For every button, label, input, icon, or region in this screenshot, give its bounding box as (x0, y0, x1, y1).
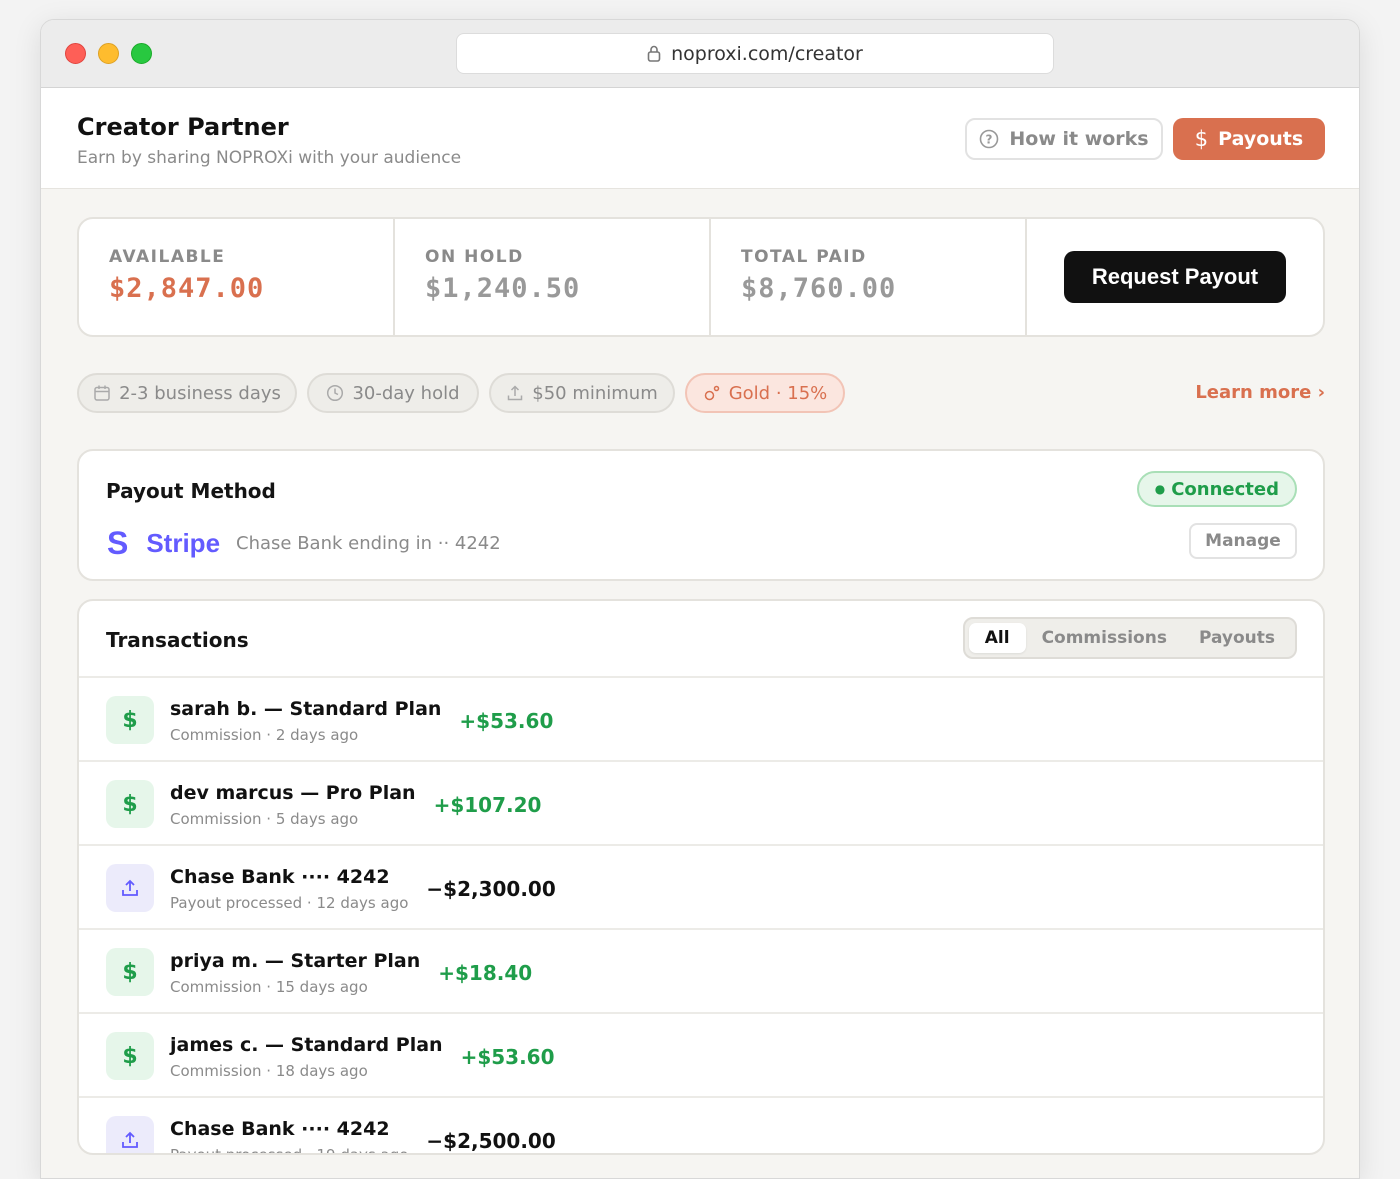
dollar-icon: $ (106, 780, 154, 828)
transaction-amount: −$2,500.00 (426, 1129, 556, 1153)
transaction-name: sarah b. — Standard Plan (170, 698, 442, 720)
chip-hold: 30-day hold (307, 373, 479, 413)
page-header: Creator Partner Earn by sharing NOPROXi … (41, 88, 1359, 189)
upload-icon (106, 1116, 154, 1153)
page-subtitle: Earn by sharing NOPROXi with your audien… (77, 148, 462, 168)
payouts-button[interactable]: $ Payouts (1173, 118, 1325, 160)
transaction-amount: −$2,300.00 (426, 877, 556, 901)
browser-window: noproxi.com/creator Creator Partner Earn… (40, 19, 1360, 1179)
minimize-window-button[interactable] (98, 43, 119, 64)
bank-account: Chase Bank ending in ·· 4242 (236, 533, 501, 554)
transactions-header: Transactions All Commissions Payouts (79, 601, 1323, 678)
transaction-meta: Commission · 2 days ago (170, 726, 359, 744)
stat-total-paid: TOTAL PAID $8,760.00 (711, 219, 1027, 335)
dollar-icon: $ (1194, 127, 1209, 151)
provider-name: Stripe (146, 528, 221, 558)
stat-label: TOTAL PAID (741, 247, 867, 267)
page-title: Creator Partner (77, 113, 289, 141)
tab-commissions[interactable]: Commissions (1026, 623, 1183, 653)
payout-method-title: Payout Method (106, 479, 276, 503)
tab-all[interactable]: All (968, 623, 1026, 653)
balance-summary: AVAILABLE $2,847.00 ON HOLD $1,240.50 TO… (77, 217, 1325, 337)
transaction-amount: +$107.20 (433, 793, 542, 817)
transaction-name: Chase Bank ···· 4242 (170, 1118, 390, 1140)
chip-label: 30-day hold (352, 382, 460, 404)
status-dot-icon: ● (1154, 482, 1166, 496)
chip-label: Gold · 15% (728, 382, 828, 404)
transaction-amount: +$53.60 (459, 709, 554, 733)
url-text: noproxi.com/creator (671, 42, 863, 65)
transaction-row[interactable]: $ priya m. — Starter Plan Commission · 1… (79, 930, 1323, 1014)
upload-icon (106, 864, 154, 912)
transaction-name: priya m. — Starter Plan (170, 950, 421, 972)
maximize-window-button[interactable] (131, 43, 152, 64)
calendar-icon (94, 385, 110, 401)
transactions-title: Transactions (106, 628, 249, 652)
svg-text:?: ? (986, 133, 993, 147)
transaction-row[interactable]: $ sarah b. — Standard Plan Commission · … (79, 678, 1323, 762)
stat-action-cell: Request Payout (1027, 219, 1323, 335)
connected-badge: ● Connected (1136, 471, 1297, 507)
chip-tier: Gold · 15% (685, 373, 845, 413)
status-label: Connected (1171, 478, 1279, 500)
transaction-filter-tabs: All Commissions Payouts (962, 617, 1297, 659)
browser-titlebar: noproxi.com/creator (41, 20, 1359, 88)
address-bar[interactable]: noproxi.com/creator (456, 33, 1054, 74)
clock-icon (327, 384, 344, 402)
transaction-meta: Payout processed · 19 days ago (170, 1146, 409, 1155)
how-it-works-button[interactable]: ? How it works (965, 118, 1163, 160)
payout-terms: 2-3 business days 30-day hold $50 minimu… (77, 373, 1325, 413)
stat-label: ON HOLD (425, 247, 524, 267)
transaction-meta: Commission · 18 days ago (170, 1062, 368, 1080)
upload-icon (508, 385, 523, 401)
stat-available: AVAILABLE $2,847.00 (79, 219, 395, 335)
transaction-name: dev marcus — Pro Plan (170, 782, 416, 804)
transaction-meta: Payout processed · 12 days ago (170, 894, 409, 912)
stat-on-hold: ON HOLD $1,240.50 (395, 219, 711, 335)
learn-more-link[interactable]: Learn more › (1195, 382, 1325, 403)
transaction-name: Chase Bank ···· 4242 (170, 866, 390, 888)
transaction-meta: Commission · 5 days ago (170, 810, 359, 828)
payouts-label: Payouts (1218, 128, 1304, 150)
stat-value: $8,760.00 (741, 273, 897, 304)
transaction-name: james c. — Standard Plan (170, 1034, 443, 1056)
help-circle-icon: ? (980, 129, 999, 149)
chip-label: 2-3 business days (119, 382, 281, 404)
stripe-logo: S (107, 525, 129, 561)
transactions-card: Transactions All Commissions Payouts $ s… (77, 599, 1325, 1155)
transaction-row[interactable]: Chase Bank ···· 4242 Payout processed · … (79, 1098, 1323, 1155)
stat-value: $2,847.00 (109, 273, 265, 304)
transaction-meta: Commission · 15 days ago (170, 978, 368, 996)
payout-provider: S Stripe Chase Bank ending in ·· 4242 (107, 525, 501, 562)
request-payout-button[interactable]: Request Payout (1064, 251, 1286, 303)
tab-payouts[interactable]: Payouts (1183, 623, 1291, 653)
manage-button[interactable]: Manage (1189, 523, 1297, 559)
transaction-row[interactable]: Chase Bank ···· 4242 Payout processed · … (79, 846, 1323, 930)
tier-icon (704, 385, 719, 401)
transaction-amount: +$18.40 (438, 961, 533, 985)
close-window-button[interactable] (65, 43, 86, 64)
dollar-icon: $ (106, 1032, 154, 1080)
transaction-row[interactable]: $ james c. — Standard Plan Commission · … (79, 1014, 1323, 1098)
payout-method-card: Payout Method S Stripe Chase Bank ending… (77, 449, 1325, 581)
chip-minimum: $50 minimum (489, 373, 675, 413)
stat-label: AVAILABLE (109, 247, 226, 267)
transaction-row[interactable]: $ dev marcus — Pro Plan Commission · 5 d… (79, 762, 1323, 846)
dollar-icon: $ (106, 948, 154, 996)
chip-business-days: 2-3 business days (77, 373, 297, 413)
chip-label: $50 minimum (532, 382, 658, 404)
stat-value: $1,240.50 (425, 273, 581, 304)
lock-icon (647, 45, 661, 62)
transaction-amount: +$53.60 (460, 1045, 555, 1069)
how-it-works-label: How it works (1009, 128, 1149, 150)
dollar-icon: $ (106, 696, 154, 744)
